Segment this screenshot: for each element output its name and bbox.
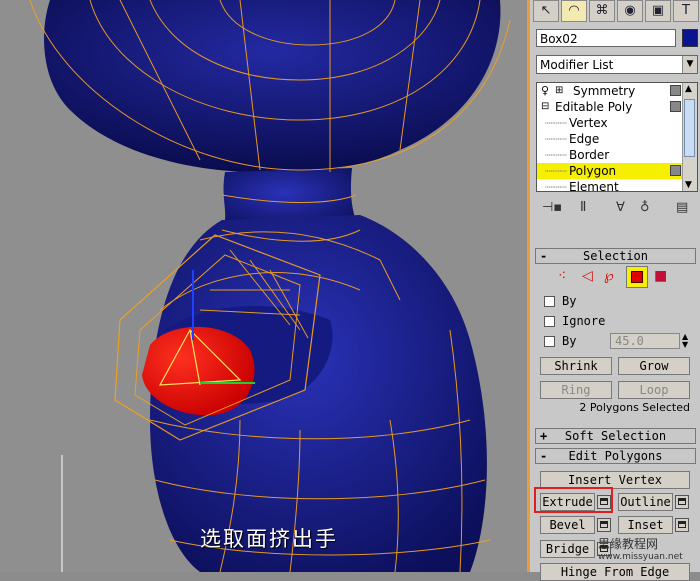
stack-item-label: Element [569, 180, 619, 192]
expand-plus-icon[interactable]: ⊞ [555, 83, 563, 99]
by-vertex-label: By [562, 294, 577, 308]
chevron-down-icon[interactable]: ▼ [682, 56, 697, 73]
stack-toolbar: ⊣▪ Ⅱ ∀ ♁ ▤ [536, 198, 698, 220]
by-angle-checkbox[interactable] [544, 336, 555, 347]
stack-scrollbar[interactable]: ▲ ▼ [682, 83, 697, 191]
selection-status: 2 Polygons Selected [579, 401, 690, 414]
scroll-thumb[interactable] [684, 99, 695, 157]
stack-item-label: Symmetry [573, 84, 636, 98]
stack-item-label: Edge [569, 132, 600, 146]
expand-sign: + [540, 429, 548, 443]
stack-toggle-icon[interactable] [670, 165, 681, 176]
border-mode-icon[interactable]: ℘ [604, 268, 614, 284]
remove-modifier-icon[interactable]: ♁ [640, 200, 650, 215]
collapse-sign: - [540, 449, 548, 463]
grow-button[interactable]: Grow [618, 357, 690, 375]
stack-item-editable-poly[interactable]: ⊟ Editable Poly [537, 99, 685, 115]
bridge-button[interactable]: Bridge [540, 540, 595, 558]
caption-text: 选取面挤出手 [200, 527, 338, 551]
vertex-mode-icon[interactable]: ⁖ [558, 268, 566, 284]
viewport[interactable]: 选取面挤出手 [0, 0, 527, 572]
stack-item-polygon[interactable]: ┈┈┈ Polygon [537, 163, 685, 179]
configure-sets-icon[interactable]: ▤ [676, 200, 688, 215]
command-panel: ↖ ◠ ⌘ ◉ ▣ T Box02 Modifier List ▼ ♀ ⊞ Sy… [527, 0, 700, 581]
stack-item-element[interactable]: ┈┈┈ Element [537, 179, 685, 192]
modifier-stack[interactable]: ♀ ⊞ Symmetry ⊟ Editable Poly ┈┈┈ Vertex … [536, 82, 698, 192]
modify-icon[interactable]: ◠ [561, 0, 587, 22]
extrude-button[interactable]: Extrude [540, 493, 595, 511]
polygon-mode-icon[interactable] [626, 266, 648, 288]
create-arrow-icon[interactable]: ↖ [533, 0, 559, 22]
extrude-settings-icon[interactable] [597, 495, 611, 509]
stack-item-edge[interactable]: ┈┈┈ Edge [537, 131, 685, 147]
angle-spinner[interactable]: 45.0 [610, 333, 680, 349]
edit-polygons-rollout-header[interactable]: - Edit Polygons [535, 448, 696, 464]
collapse-sign: - [540, 249, 548, 263]
make-unique-icon[interactable]: ∀ [616, 200, 625, 215]
rollout-title: Edit Polygons [568, 449, 663, 463]
soft-selection-rollout-header[interactable]: + Soft Selection [535, 428, 696, 444]
lightbulb-icon[interactable]: ♀ [541, 83, 549, 99]
inset-button[interactable]: Inset [618, 516, 673, 534]
object-color-swatch[interactable] [682, 29, 698, 47]
subobject-icons: ⁖ ◁ ℘ ■ [558, 266, 698, 288]
stack-toggle-icon[interactable] [670, 101, 681, 112]
stack-item-label: Vertex [569, 116, 608, 130]
display-icon[interactable]: ▣ [645, 0, 671, 22]
stack-item-symmetry[interactable]: ♀ ⊞ Symmetry [537, 83, 685, 99]
watermark: 思缘教程网 www.missyuan.net [598, 538, 683, 564]
model-render [29, 0, 511, 572]
stack-item-label: Polygon [569, 164, 617, 178]
collapse-minus-icon[interactable]: ⊟ [541, 99, 549, 115]
object-name-field[interactable]: Box02 [536, 29, 676, 47]
pin-stack-icon[interactable]: ⊣▪ [542, 200, 562, 215]
outline-button[interactable]: Outline [618, 493, 673, 511]
hinge-from-edge-button[interactable]: Hinge From Edge [540, 563, 690, 581]
motion-icon[interactable]: ◉ [617, 0, 643, 22]
modifier-list-dropdown[interactable]: Modifier List ▼ [536, 55, 698, 74]
stack-item-label: Editable Poly [555, 100, 633, 114]
watermark-line2: www.missyuan.net [598, 552, 683, 562]
selection-rollout-header[interactable]: - Selection [535, 248, 696, 264]
bevel-settings-icon[interactable] [597, 518, 611, 532]
by-angle-label: By [562, 334, 577, 348]
utilities-icon[interactable]: T [673, 0, 699, 22]
stack-item-label: Border [569, 148, 610, 162]
chevron-down-icon[interactable]: ▼ [685, 180, 692, 190]
chevron-up-icon[interactable]: ▲ [685, 84, 692, 94]
ring-button[interactable]: Ring [540, 381, 612, 399]
stack-item-vertex[interactable]: ┈┈┈ Vertex [537, 115, 685, 131]
ignore-label: Ignore [562, 314, 606, 328]
modifier-list-label: Modifier List [540, 58, 614, 72]
stack-toggle-icon[interactable] [670, 85, 681, 96]
hierarchy-icon[interactable]: ⌘ [589, 0, 615, 22]
rollout-title: Selection [582, 249, 649, 263]
show-end-result-icon[interactable]: Ⅱ [580, 200, 586, 215]
outline-settings-icon[interactable] [675, 495, 689, 509]
element-mode-icon[interactable]: ■ [654, 268, 667, 284]
ignore-backfacing-checkbox[interactable] [544, 316, 555, 327]
spinner-arrows-icon[interactable]: ▲ ▼ [682, 333, 688, 349]
inset-settings-icon[interactable] [675, 518, 689, 532]
by-vertex-checkbox[interactable] [544, 296, 555, 307]
shrink-button[interactable]: Shrink [540, 357, 612, 375]
rollout-title: Soft Selection [564, 429, 667, 443]
watermark-line1: 思缘教程网 [598, 537, 659, 551]
stack-item-border[interactable]: ┈┈┈ Border [537, 147, 685, 163]
edge-mode-icon[interactable]: ◁ [582, 268, 593, 284]
loop-button[interactable]: Loop [618, 381, 690, 399]
bevel-button[interactable]: Bevel [540, 516, 595, 534]
